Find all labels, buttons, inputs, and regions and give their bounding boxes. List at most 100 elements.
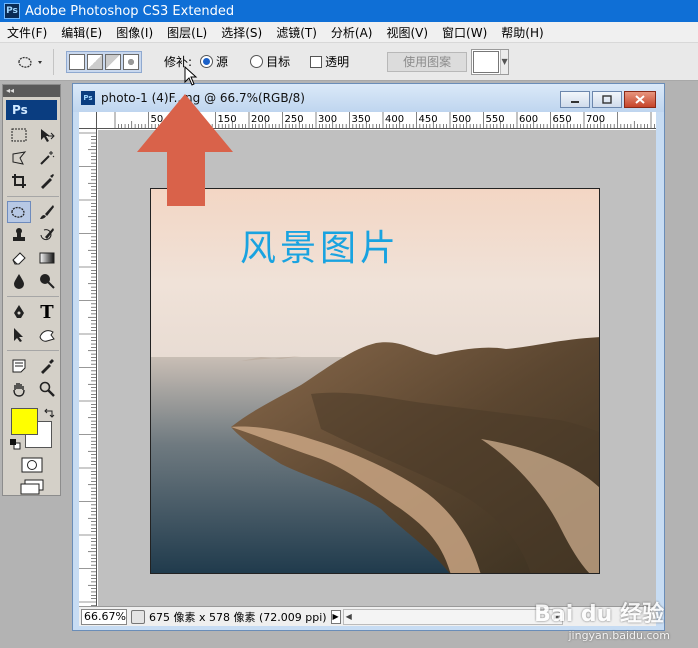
- gradient-icon: [39, 252, 55, 264]
- menu-window[interactable]: 窗口(W): [435, 24, 494, 41]
- default-colors-icon[interactable]: [9, 438, 21, 450]
- subtract-selection-button[interactable]: [105, 53, 121, 70]
- menu-file[interactable]: 文件(F): [0, 24, 54, 41]
- status-menu-arrow-icon[interactable]: ▶: [330, 609, 341, 624]
- horizontal-scrollbar[interactable]: ◀ ▶: [342, 608, 563, 625]
- ruler-label: 400: [385, 114, 404, 125]
- move-tool[interactable]: [35, 124, 59, 146]
- transparent-checkbox-option[interactable]: 透明: [310, 53, 349, 70]
- clone-stamp-tool[interactable]: [7, 224, 31, 246]
- transparent-checkbox[interactable]: [310, 55, 323, 68]
- dodge-tool[interactable]: [35, 270, 59, 292]
- mouse-pointer-icon: [184, 66, 198, 86]
- custom-shape-tool[interactable]: [35, 324, 59, 346]
- eyedropper-tool[interactable]: [35, 355, 59, 377]
- blur-tool[interactable]: [7, 270, 31, 292]
- brush-icon: [40, 205, 54, 219]
- close-icon: [635, 95, 645, 104]
- swap-colors-icon[interactable]: [43, 407, 55, 419]
- patch-tool-icon: [17, 56, 42, 68]
- menu-select[interactable]: 选择(S): [214, 24, 269, 41]
- pattern-picker[interactable]: ▼: [471, 48, 510, 75]
- ps-logo: Ps: [6, 100, 57, 120]
- photoshop-icon: Ps: [4, 3, 20, 19]
- ruler-label: 350: [352, 114, 371, 125]
- minimize-icon: [571, 100, 579, 103]
- ruler-label: 500: [452, 114, 471, 125]
- crop-icon: [12, 174, 26, 188]
- target-radio[interactable]: [250, 55, 264, 68]
- move-icon: [41, 129, 55, 142]
- gradient-tool[interactable]: [35, 247, 59, 269]
- menu-help[interactable]: 帮助(H): [494, 24, 550, 41]
- eyedropper-slice-tool[interactable]: [35, 170, 59, 192]
- document-ps-icon: Ps: [81, 91, 95, 105]
- foreground-color-swatch[interactable]: [11, 408, 38, 435]
- patch-icon: [11, 206, 25, 218]
- transparent-label: 透明: [325, 55, 350, 69]
- pen-tool[interactable]: [7, 301, 31, 323]
- annotation-up-arrow-icon: [137, 94, 233, 206]
- menu-analysis[interactable]: 分析(A): [324, 24, 380, 41]
- notes-tool[interactable]: [7, 355, 31, 377]
- ruler-origin[interactable]: [79, 112, 97, 129]
- chevron-down-icon: ▼: [500, 49, 509, 74]
- history-brush-icon: [40, 228, 54, 241]
- options-bar: 修补: 源 目标 透明 使用图案 ▼: [0, 43, 698, 81]
- menu-image[interactable]: 图像(I): [109, 24, 160, 41]
- source-radio-option[interactable]: 源: [200, 53, 228, 70]
- quick-mask-icon: [21, 457, 42, 473]
- magic-wand-icon: [40, 151, 55, 165]
- landscape-photo[interactable]: 风景图片: [150, 188, 600, 574]
- lasso-tool[interactable]: [7, 147, 31, 169]
- new-selection-button[interactable]: [69, 53, 85, 70]
- marquee-tool[interactable]: [7, 124, 31, 146]
- source-radio[interactable]: [200, 55, 214, 68]
- scroll-left-icon[interactable]: ◀: [346, 612, 352, 621]
- brush-tool[interactable]: [35, 201, 59, 223]
- maximize-button[interactable]: [592, 91, 622, 108]
- app-titlebar: Ps Adobe Photoshop CS3 Extended: [0, 0, 698, 22]
- status-info-icon[interactable]: [131, 609, 145, 624]
- ruler-label: 600: [519, 114, 538, 125]
- close-button[interactable]: [624, 91, 656, 108]
- magic-wand-tool[interactable]: [35, 147, 59, 169]
- eraser-tool[interactable]: [7, 247, 31, 269]
- stamp-icon: [13, 228, 25, 241]
- history-brush-tool[interactable]: [35, 224, 59, 246]
- menu-layer[interactable]: 图层(L): [160, 24, 214, 41]
- quick-mask-button[interactable]: [20, 456, 44, 474]
- use-pattern-button[interactable]: 使用图案: [387, 51, 468, 72]
- zoom-field[interactable]: 66.67%: [81, 608, 127, 625]
- minimize-button[interactable]: [560, 91, 590, 108]
- blur-drop-icon: [14, 274, 24, 289]
- intersect-selection-button[interactable]: [123, 53, 139, 70]
- screen-mode-button[interactable]: [17, 478, 47, 496]
- ruler-label: 650: [553, 114, 572, 125]
- patch-tool[interactable]: [7, 201, 31, 223]
- pattern-swatch: [473, 50, 500, 73]
- crop-tool[interactable]: [7, 170, 31, 192]
- eraser-icon: [12, 252, 26, 265]
- add-selection-button[interactable]: [87, 53, 103, 70]
- type-tool[interactable]: T: [35, 301, 59, 323]
- menu-view[interactable]: 视图(V): [379, 24, 435, 41]
- menu-filter[interactable]: 滤镜(T): [269, 24, 324, 41]
- lasso-icon: [12, 151, 27, 165]
- zoom-tool[interactable]: [35, 378, 59, 400]
- toolbox-collapse-handle[interactable]: ◂◂: [3, 85, 60, 97]
- hand-tool[interactable]: [7, 378, 31, 400]
- screen-mode-icon: [20, 479, 43, 495]
- menu-edit[interactable]: 编辑(E): [54, 24, 109, 41]
- target-radio-option[interactable]: 目标: [250, 53, 290, 70]
- tool-preset-picker[interactable]: [8, 48, 54, 75]
- slice-icon: [41, 174, 54, 189]
- ruler-label: 250: [285, 114, 304, 125]
- ruler-label: 450: [419, 114, 438, 125]
- selection-mode-group: [66, 50, 142, 73]
- hand-icon: [13, 383, 25, 397]
- path-selection-tool[interactable]: [7, 324, 31, 346]
- notes-icon: [12, 359, 26, 373]
- zoom-icon: [39, 381, 55, 397]
- vertical-ruler[interactable]: [79, 129, 97, 606]
